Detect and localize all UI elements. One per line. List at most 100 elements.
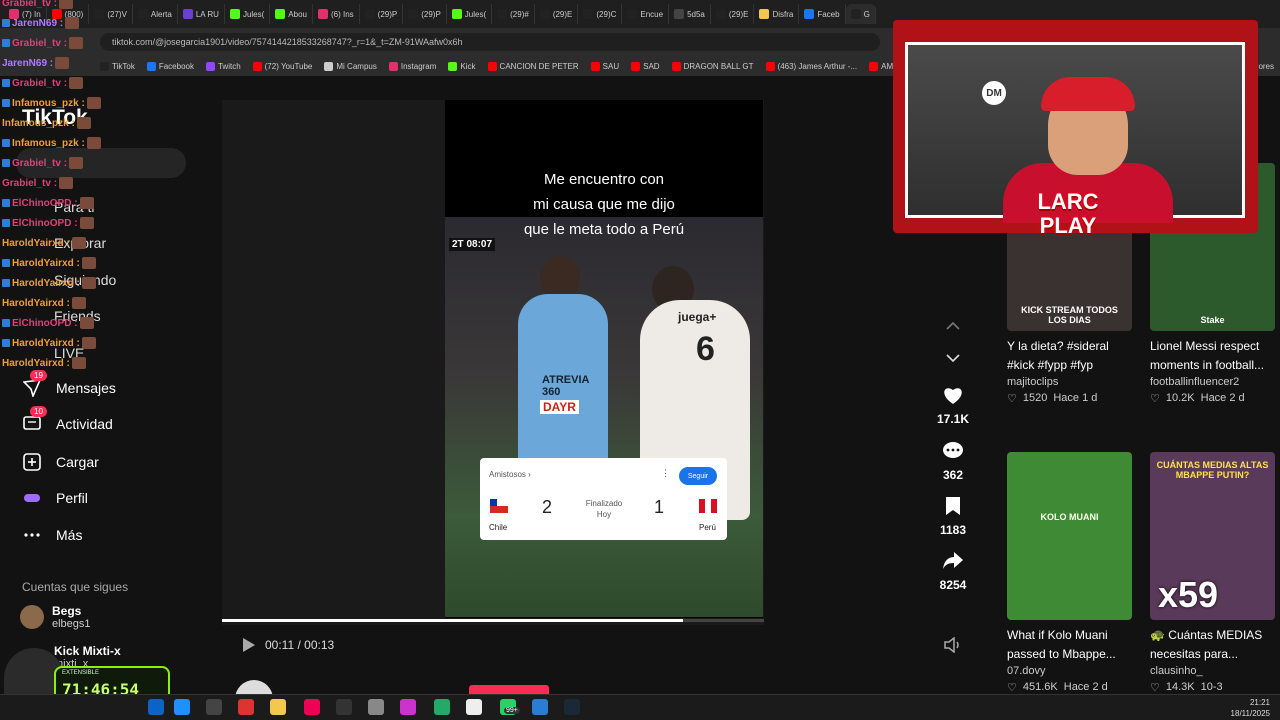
chat-badge-icon (2, 79, 10, 87)
clock-time: 21:21 (1249, 698, 1270, 707)
chat-emote-icon (55, 57, 70, 69)
tab-favicon-icon (275, 9, 286, 19)
bookmark-item[interactable]: SAU (590, 61, 619, 71)
chat-badge-icon (2, 319, 10, 327)
play-icon[interactable] (240, 636, 258, 654)
app-icon[interactable] (336, 699, 352, 715)
bookmark-item[interactable]: (463) James Arthur -... (765, 61, 857, 71)
activity-icon: 10 (22, 406, 47, 434)
video-progress-bar[interactable] (222, 619, 764, 622)
chat-emote-icon (81, 257, 96, 269)
video-like-count: 10.2K (1165, 392, 1195, 404)
browser-tab[interactable]: Encue (622, 4, 670, 24)
browser-tab[interactable]: (29)E (711, 4, 755, 24)
next-video-icon[interactable] (942, 350, 964, 366)
chat-emote-icon (86, 137, 101, 149)
heart-outline-icon: ♡ (1007, 393, 1017, 405)
bookmark-item[interactable]: SAD (631, 61, 660, 71)
previous-video-icon[interactable] (942, 318, 964, 334)
screen: (7) In (800) (27)V Alerta LA RU Jules(Abou (6)… (0, 0, 1280, 720)
url-field[interactable]: tiktok.com/@josegarcia1901/video/7574144… (100, 33, 880, 51)
thumbnail-overlay-text: Stake (1200, 315, 1225, 325)
app-icon[interactable] (400, 699, 416, 715)
following-account[interactable]: Begs elbegs1 (20, 604, 91, 630)
chat-username: JarenN69 : (12, 17, 64, 29)
tab-favicon-icon (497, 9, 508, 19)
browser-tab[interactable]: G (845, 4, 876, 24)
volume-icon[interactable] (944, 636, 962, 654)
app-icon[interactable] (368, 699, 384, 715)
bookmark-label: Mi Campus (336, 61, 377, 71)
comment-button[interactable]: 362 (933, 440, 973, 482)
sidebar-item-más[interactable]: Más (22, 525, 82, 545)
browser-tab[interactable]: 5d5a (669, 4, 711, 24)
tab-favicon-icon (674, 9, 685, 19)
chat-username: Infamous_pzk : (2, 117, 75, 129)
app-icon[interactable] (206, 699, 222, 715)
team2-score: 1 (654, 497, 665, 517)
chat-emote-icon (71, 357, 86, 369)
app-icon[interactable] (304, 699, 320, 715)
share-button[interactable]: 8254 (933, 550, 973, 592)
bookmarks-more[interactable]: ores (1258, 62, 1274, 71)
search-icon[interactable] (148, 699, 164, 715)
thumbnail-overlay-text: x59 (1158, 574, 1219, 615)
bookmark-item[interactable]: Kick (448, 61, 476, 71)
edge-icon[interactable] (174, 699, 190, 715)
chat-emote-icon (71, 297, 86, 309)
bookmark-item[interactable]: Twitch (205, 61, 241, 71)
bookmark-item[interactable]: Facebook (146, 61, 194, 71)
sidebar-item-mensajes[interactable]: 19 Mensajes (22, 370, 116, 398)
bookmark-item[interactable]: (72) YouTube (252, 61, 312, 71)
bookmark-item[interactable]: Mi Campus (324, 61, 377, 71)
chat-message: Grabiel_tv : (2, 157, 84, 169)
browser-tab[interactable]: Disfra (754, 4, 800, 24)
tab-label: Alerta (150, 9, 172, 19)
browser-tab[interactable]: (29)C (578, 4, 623, 24)
browser-tab[interactable]: Abou (270, 4, 313, 24)
like-button[interactable]: 17.1K (933, 384, 973, 426)
streamer-cap (1041, 77, 1135, 111)
heart-outline-icon: ♡ (1007, 682, 1017, 694)
tab-favicon-icon (804, 9, 815, 19)
recommended-video-card[interactable]: KOLO MUANI What if Kolo Muani passed to M… (1007, 452, 1132, 694)
browser-tab[interactable]: (6) Ins (313, 4, 360, 24)
save-button[interactable]: 1183 (933, 495, 973, 537)
sidebar-item-perfil[interactable]: Perfil (22, 488, 88, 508)
chat-emote-icon (65, 17, 80, 29)
tab-label: Faceb (817, 9, 840, 19)
sidebar-item-actividad[interactable]: 10 Actividad (22, 406, 113, 434)
comment-count: 362 (942, 468, 964, 482)
bookmark-item[interactable]: Instagram (388, 61, 436, 71)
folder-icon[interactable] (270, 699, 286, 715)
chat-username: ElChinoOPD : (12, 217, 78, 229)
browser-tab[interactable]: (29)P (360, 4, 404, 24)
browser-tab[interactable]: (29)P (403, 4, 447, 24)
chat-badge-icon (2, 219, 10, 227)
browser-tab[interactable]: (29)E (535, 4, 579, 24)
video-age: Hace 2 d (1200, 392, 1245, 404)
steam-icon[interactable] (564, 699, 580, 715)
browser-tab[interactable]: Jules( (447, 4, 493, 24)
chrome-icon[interactable] (466, 699, 482, 715)
app-icon[interactable] (238, 699, 254, 715)
app-icon[interactable] (532, 699, 548, 715)
browser-tab[interactable]: (29)# (492, 4, 535, 24)
browser-tab[interactable]: LA RU (178, 4, 225, 24)
bookmark-item[interactable]: CANCION DE PETER (487, 61, 579, 71)
browser-tab[interactable]: Faceb (799, 4, 846, 24)
calculator-icon[interactable] (434, 699, 450, 715)
heart-outline-icon: ♡ (1150, 393, 1160, 405)
chat-message: JarenN69 : (2, 17, 80, 29)
team1-name: Chile (489, 523, 508, 532)
sidebar-item-cargar[interactable]: Cargar (22, 452, 99, 472)
tab-label: Jules( (464, 9, 487, 19)
bookmark-item[interactable]: DRAGON BALL GT (671, 61, 754, 71)
recommended-video-card[interactable]: CUÁNTAS MEDIAS ALTAS MBAPPE PUTIN? x59 🐢 C… (1150, 452, 1275, 694)
tab-favicon-icon (182, 9, 193, 19)
jersey-sponsor: ATREVIA 360 (542, 374, 590, 398)
video-like-count: 451.6K (1022, 681, 1058, 693)
browser-tab[interactable]: Jules( (225, 4, 271, 24)
team2-name: Perú (699, 523, 716, 532)
chat-message: Grabiel_tv : (2, 0, 74, 9)
